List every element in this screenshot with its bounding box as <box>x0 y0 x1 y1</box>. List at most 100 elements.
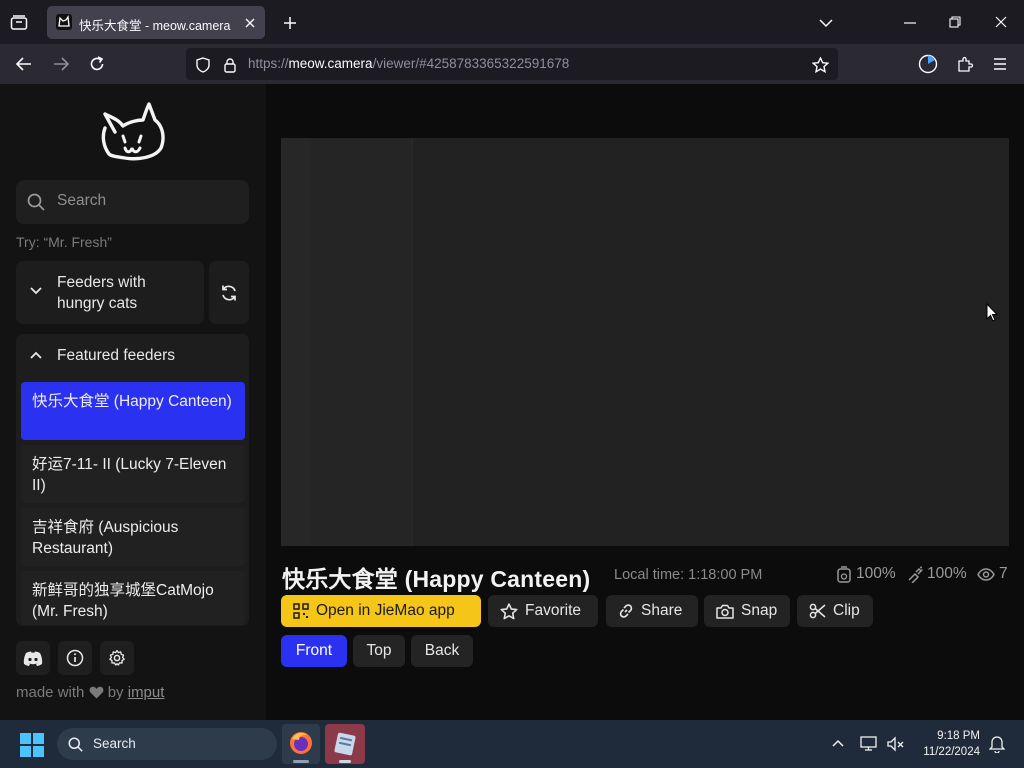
search-placeholder: Search <box>57 192 107 209</box>
close-tab-icon[interactable] <box>241 14 259 32</box>
discord-button[interactable] <box>16 641 50 675</box>
refresh-icon <box>220 284 238 302</box>
forward-arrow-icon[interactable] <box>50 54 72 74</box>
search-icon <box>68 737 83 752</box>
firefox-running-indicator <box>293 760 309 763</box>
volume-muted-icon[interactable] <box>887 736 905 752</box>
url-host: meow.camera <box>288 56 373 71</box>
tab-title: 快乐大食堂 - meow.camera <box>79 19 231 33</box>
favorite-label: Favorite <box>525 602 581 619</box>
lock-icon[interactable] <box>221 56 239 74</box>
url-path: /viewer/#4258783365322591678 <box>372 56 570 71</box>
chevron-up-icon <box>30 351 42 359</box>
viewer-count-value: 7 <box>999 565 1008 582</box>
open-in-app-label: Open in JieMao app <box>316 602 455 619</box>
app-running-indicator <box>339 760 351 763</box>
camera-stream[interactable] <box>281 138 1009 546</box>
gear-icon <box>108 649 126 667</box>
clean-level-stat: 100% <box>906 565 967 583</box>
snap-label: Snap <box>741 602 778 619</box>
firefox-taskbar-icon[interactable] <box>282 724 320 764</box>
close-window-icon[interactable] <box>991 12 1011 32</box>
made-with-credit: made with by imput <box>16 684 164 701</box>
hungry-feeders-label: Feeders with hungry cats <box>57 274 146 312</box>
share-button[interactable]: Share <box>606 595 698 627</box>
about-button[interactable] <box>58 641 92 675</box>
browser-tab-active[interactable]: 快乐大食堂 - meow.camera <box>47 6 265 39</box>
network-icon[interactable] <box>860 736 878 752</box>
camera-viewer: 快乐大食堂 (Happy Canteen) Local time: 1:18:0… <box>266 84 1024 720</box>
food-level-value: 100% <box>856 565 896 582</box>
link-icon <box>618 603 634 619</box>
shield-icon[interactable] <box>194 56 212 74</box>
feeder-label: 吉祥食府 (Auspicious Restaurant) <box>32 519 179 557</box>
search-hint: Try: “Mr. Fresh” <box>16 234 112 250</box>
taskbar-search-label: Search <box>93 736 136 751</box>
new-tab-icon[interactable] <box>280 13 300 33</box>
restore-icon[interactable] <box>945 12 965 32</box>
windows-start-icon[interactable] <box>20 733 44 757</box>
browser-tab-bar: 快乐大食堂 - meow.camera <box>0 0 1024 44</box>
chevron-up-icon[interactable] <box>832 739 844 747</box>
menu-icon[interactable] <box>990 54 1010 74</box>
account-icon[interactable] <box>917 53 939 75</box>
camera-icon <box>716 604 734 619</box>
url-scheme: https:// <box>248 56 289 71</box>
feeder-search-input[interactable]: Search <box>16 180 249 224</box>
url-text[interactable]: https://meow.camera/viewer/#425878336532… <box>248 56 569 71</box>
clip-button[interactable]: Clip <box>797 595 873 627</box>
feeder-label: 快乐大食堂 (Happy Canteen) <box>32 393 232 410</box>
windows-taskbar: Search 9:18 PM 11/22/2024 <box>0 720 1024 768</box>
cat-favicon-icon <box>56 14 72 30</box>
bookmark-star-icon[interactable] <box>810 55 830 75</box>
feeder-item-mr-fresh[interactable]: 新鲜哥的独享城堡CatMojo (Mr. Fresh) <box>21 571 245 625</box>
by-text: by <box>107 684 124 701</box>
open-in-app-button[interactable]: Open in JieMao app <box>281 595 481 627</box>
extensions-icon[interactable] <box>954 54 976 74</box>
url-bar[interactable]: https://meow.camera/viewer/#425878336532… <box>186 48 838 80</box>
clock-date: 11/22/2024 <box>923 746 980 758</box>
made-with-text: made with <box>16 684 85 701</box>
clip-label: Clip <box>833 602 860 619</box>
view-back-button[interactable]: Back <box>411 635 473 667</box>
author-link[interactable]: imput <box>128 684 165 701</box>
browser-toolbar: https://meow.camera/viewer/#425878336532… <box>0 44 1024 84</box>
scissors-icon <box>809 603 826 619</box>
viewer-count-stat: 7 <box>977 565 1008 583</box>
reload-icon[interactable] <box>86 54 108 74</box>
chevron-down-icon[interactable] <box>816 13 836 33</box>
app-taskbar-icon[interactable] <box>325 724 365 764</box>
featured-feeders-label: Featured feeders <box>57 347 176 364</box>
settings-button[interactable] <box>100 641 134 675</box>
taskbar-search-box[interactable]: Search <box>57 728 277 760</box>
back-arrow-icon[interactable] <box>13 54 35 74</box>
view-top-button[interactable]: Top <box>353 635 405 667</box>
feeder-item-happy-canteen[interactable]: 快乐大食堂 (Happy Canteen) <box>21 382 245 440</box>
feeder-item-auspicious-restaurant[interactable]: 吉祥食府 (Auspicious Restaurant) <box>21 508 245 566</box>
spray-icon <box>906 566 923 583</box>
favorite-button[interactable]: Favorite <box>488 595 598 627</box>
hungry-feeders-toggle[interactable]: Feeders with hungry cats <box>16 261 204 324</box>
food-bin-icon <box>836 565 852 583</box>
feeder-item-lucky-7-eleven[interactable]: 好运7-11- II (Lucky 7-Eleven II) <box>21 445 245 503</box>
star-icon <box>500 602 518 620</box>
taskbar-clock[interactable]: 9:18 PM 11/22/2024 <box>923 728 980 760</box>
clean-level-value: 100% <box>927 565 967 582</box>
snap-button[interactable]: Snap <box>704 595 790 627</box>
sidebar: Search Try: “Mr. Fresh” Feeders with hun… <box>0 84 266 720</box>
refresh-button[interactable] <box>209 261 249 324</box>
feeder-label: 新鲜哥的独享城堡CatMojo (Mr. Fresh) <box>32 582 214 620</box>
notification-bell-icon[interactable] <box>989 735 1005 753</box>
stream-frame-shade-inner <box>311 138 411 546</box>
mouse-cursor-icon <box>986 303 998 322</box>
page-viewport: Search Try: “Mr. Fresh” Feeders with hun… <box>0 84 1024 720</box>
minimize-icon[interactable] <box>900 13 920 33</box>
discord-icon <box>23 651 43 666</box>
food-level-stat: 100% <box>836 565 896 583</box>
camera-title: 快乐大食堂 (Happy Canteen) <box>282 566 591 592</box>
meow-camera-logo-icon[interactable] <box>99 102 167 164</box>
featured-feeders-toggle[interactable]: Featured feeders <box>16 334 249 378</box>
local-time: Local time: 1:18:00 PM <box>614 567 763 583</box>
view-front-button[interactable]: Front <box>281 635 347 667</box>
tab-list-icon[interactable] <box>8 12 30 34</box>
